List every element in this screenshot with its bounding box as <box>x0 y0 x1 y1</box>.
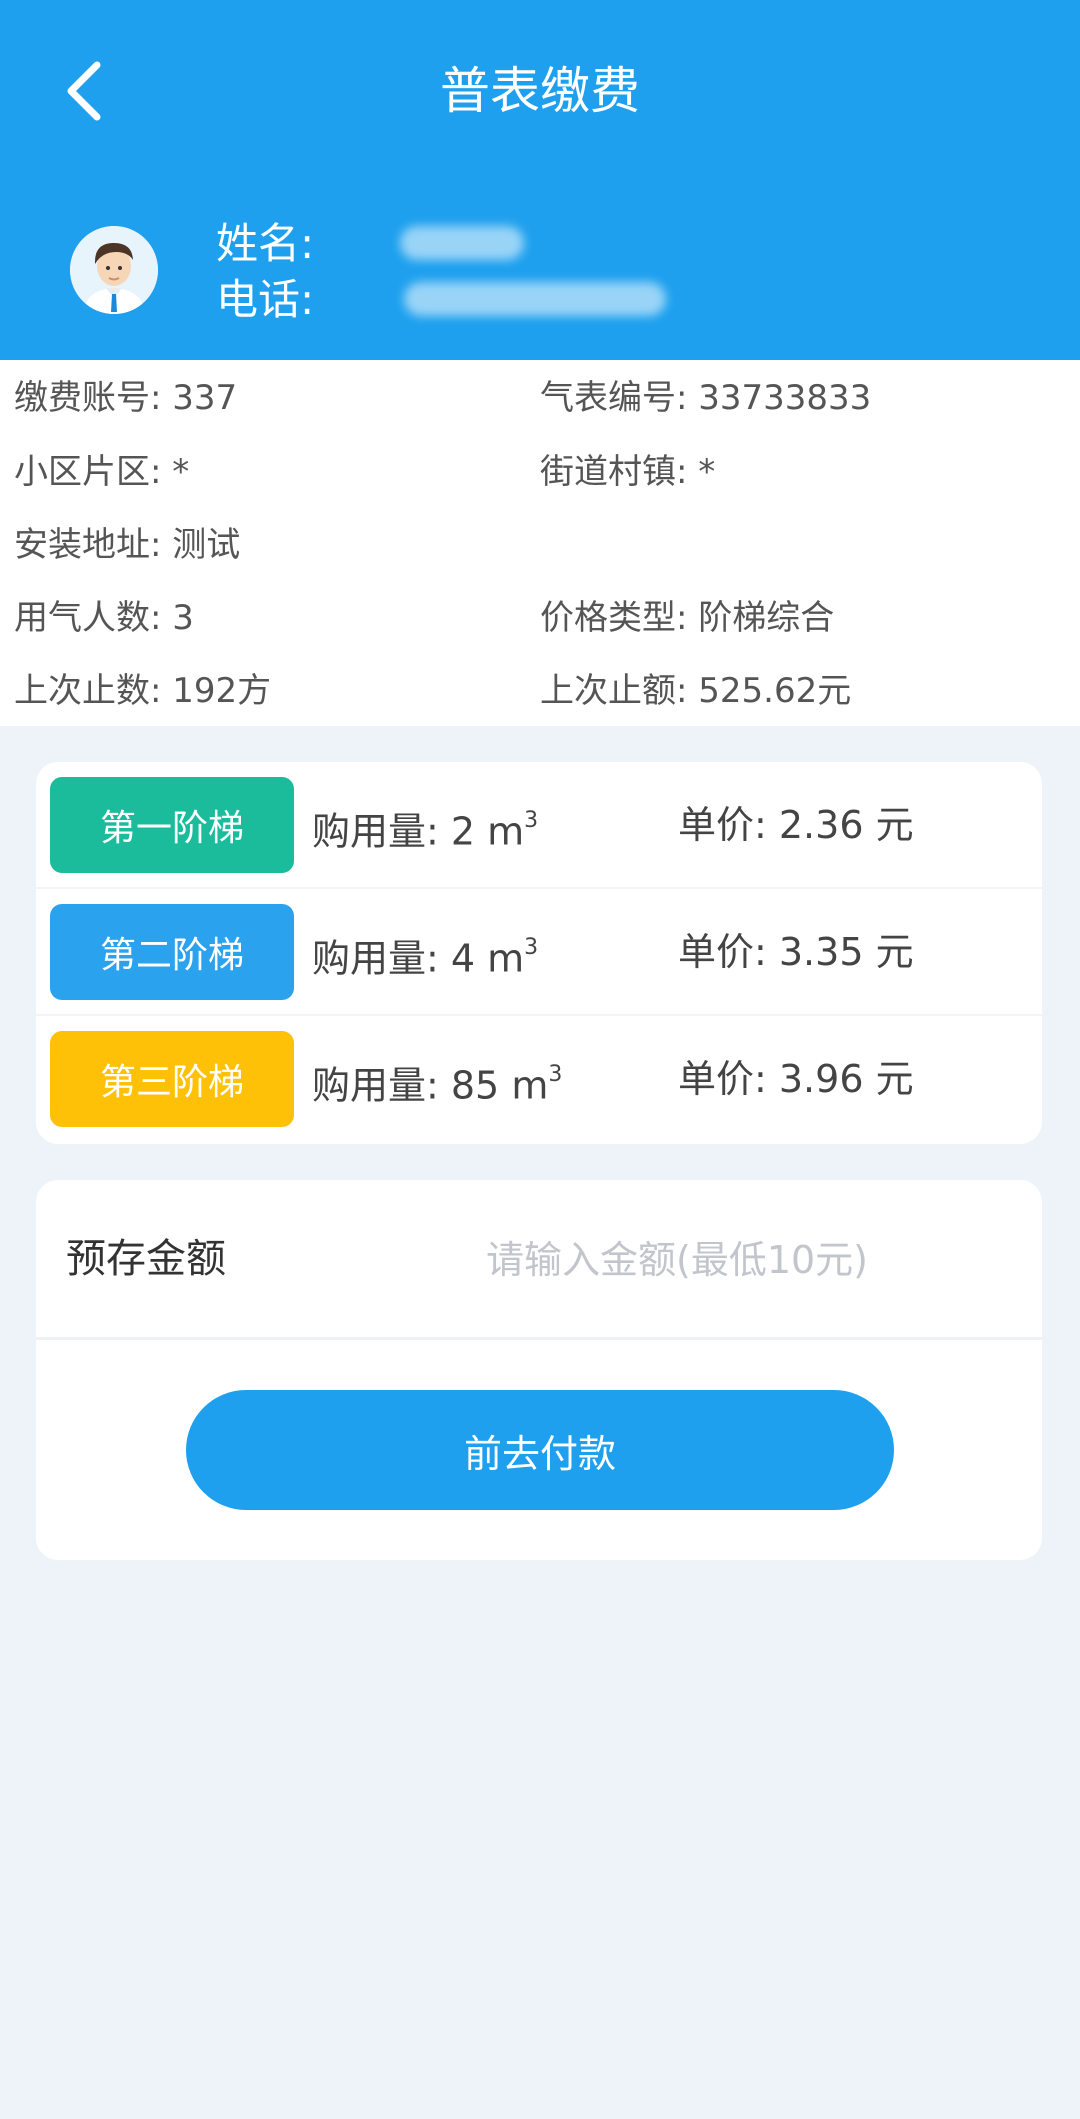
area-zone: 小区片区: * <box>14 452 190 492</box>
street-town: 街道村镇: * <box>540 452 716 492</box>
app-header: 普表缴费 姓名: 电话: <box>0 0 1080 360</box>
last-amount: 上次止额: 525.62元 <box>540 671 852 711</box>
tier-row-3: 第三阶梯 购用量: 85 m3 单价: 3.96 元 <box>36 1016 1042 1143</box>
tier-price-1: 单价: 2.36 元 <box>678 803 914 847</box>
payment-card: 预存金额 前去付款 <box>36 1180 1042 1560</box>
tier-badge-2: 第二阶梯 <box>50 904 294 1000</box>
prepay-amount-row: 预存金额 <box>36 1180 1042 1340</box>
account-number: 缴费账号: 337 <box>14 378 238 418</box>
tier-row-1: 第一阶梯 购用量: 2 m3 单价: 2.36 元 <box>36 762 1042 889</box>
price-type: 价格类型: 阶梯综合 <box>540 598 835 638</box>
tier-quantity-2: 购用量: 4 m3 <box>312 935 539 981</box>
meter-number: 气表编号: 33733833 <box>540 378 872 418</box>
name-value-blurred <box>400 226 524 260</box>
page-title: 普表缴费 <box>440 62 640 120</box>
phone-value-blurred <box>404 282 666 316</box>
last-reading: 上次止数: 192方 <box>14 671 272 711</box>
install-address: 安装地址: 测试 <box>14 525 241 565</box>
user-info-labels: 姓名: 电话: <box>216 216 314 328</box>
tier-price-2: 单价: 3.35 元 <box>678 930 914 974</box>
account-info-panel: 缴费账号: 337 气表编号: 33733833 小区片区: * 街道村镇: *… <box>0 360 1080 726</box>
tier-badge-1: 第一阶梯 <box>50 777 294 873</box>
name-label: 姓名: <box>216 219 315 268</box>
tier-price-card: 第一阶梯 购用量: 2 m3 单价: 2.36 元 第二阶梯 购用量: 4 m3… <box>36 762 1042 1144</box>
tier-badge-3: 第三阶梯 <box>50 1031 294 1127</box>
tier-quantity-3: 购用量: 85 m3 <box>312 1062 563 1108</box>
gas-users-count: 用气人数: 3 <box>14 598 194 638</box>
phone-label: 电话: <box>216 275 315 324</box>
tier-price-3: 单价: 3.96 元 <box>678 1057 914 1101</box>
user-avatar-icon <box>70 226 158 314</box>
prepay-amount-label: 预存金额 <box>66 1236 226 1282</box>
tier-row-2: 第二阶梯 购用量: 4 m3 单价: 3.35 元 <box>36 889 1042 1016</box>
prepay-amount-input[interactable] <box>486 1220 1016 1300</box>
proceed-payment-button[interactable]: 前去付款 <box>186 1390 894 1510</box>
tier-quantity-1: 购用量: 2 m3 <box>312 808 539 854</box>
